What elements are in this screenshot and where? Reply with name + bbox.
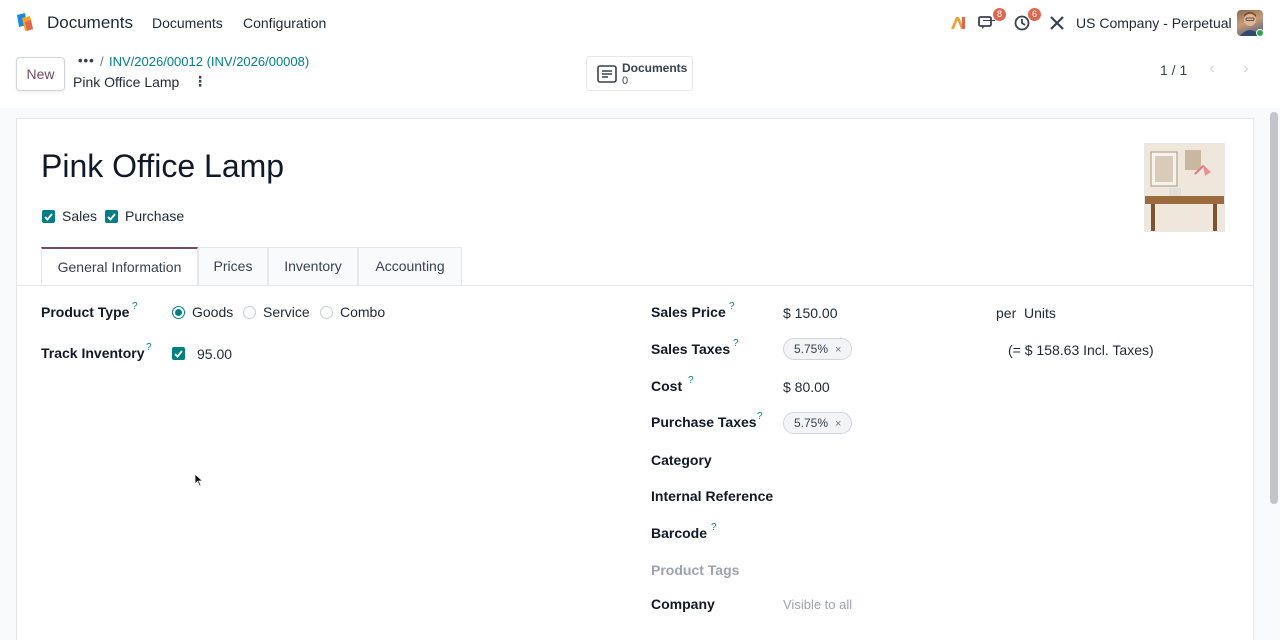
purchase-checkbox[interactable] <box>105 210 118 223</box>
track-inventory-help-icon[interactable]: ? <box>146 342 152 353</box>
radio-service[interactable] <box>243 306 256 319</box>
sales-taxes-help-icon[interactable]: ? <box>733 338 739 349</box>
remove-tag-icon[interactable]: × <box>835 418 841 430</box>
product-type-help-icon[interactable]: ? <box>132 301 138 312</box>
company-switcher[interactable]: US Company - Perpetual <box>1076 15 1232 31</box>
track-inventory-label: Track Inventory <box>41 345 145 361</box>
purchase-tax-tag-label: 5.75% <box>794 416 829 430</box>
smart-button-count: 0 <box>622 75 629 87</box>
radio-combo[interactable] <box>320 306 333 319</box>
menu-documents[interactable]: Documents <box>152 15 223 31</box>
tab-accounting[interactable]: Accounting <box>358 247 462 285</box>
radio-combo-label[interactable]: Combo <box>340 304 385 320</box>
page-scrollbar[interactable] <box>1270 112 1278 504</box>
pager-next-button[interactable]: › <box>1235 58 1257 80</box>
app-name[interactable]: Documents <box>47 13 133 33</box>
top-navbar: Documents Documents Configuration 8 6 US… <box>0 0 1280 46</box>
on-hand-quantity[interactable]: 95.00 <box>197 346 232 362</box>
sales-price-field[interactable]: $ 150.00 <box>783 305 838 321</box>
pager-previous-button[interactable]: ‹ <box>1201 58 1223 80</box>
breadcrumb-separator: / <box>100 54 104 69</box>
purchase-taxes-label: Purchase Taxes <box>651 414 757 430</box>
sales-taxes-label: Sales Taxes <box>651 341 731 357</box>
pager-value[interactable]: 1 / 1 <box>1160 62 1187 78</box>
cost-help-icon[interactable]: ? <box>688 375 694 386</box>
tabs-divider <box>17 285 1253 286</box>
remove-tag-icon[interactable]: × <box>835 344 841 356</box>
document-icon <box>597 65 617 83</box>
product-type-label: Product Type <box>41 304 130 320</box>
internal-reference-label: Internal Reference <box>651 488 774 504</box>
sales-label: Sales <box>62 208 98 224</box>
radio-goods[interactable] <box>172 306 185 319</box>
tab-inventory[interactable]: Inventory <box>268 247 358 285</box>
radio-service-label[interactable]: Service <box>263 304 310 320</box>
sales-price-label: Sales Price <box>651 304 726 320</box>
sales-tax-tag[interactable]: 5.75% × <box>783 338 853 360</box>
messages-badge: 8 <box>993 8 1006 21</box>
product-name[interactable]: Pink Office Lamp <box>41 148 284 185</box>
product-form-sheet: Pink Office Lamp Sales Purchase General … <box>16 118 1254 640</box>
tab-general-information[interactable]: General Information <box>41 247 198 285</box>
menu-configuration[interactable]: Configuration <box>243 15 326 31</box>
smart-button-label: Documents <box>622 61 688 75</box>
sales-tax-tag-label: 5.75% <box>794 342 829 356</box>
product-tags-label[interactable]: Product Tags <box>651 562 739 578</box>
documents-smart-button[interactable]: Documents 0 <box>586 56 693 91</box>
radio-goods-label[interactable]: Goods <box>192 304 233 320</box>
ai-icon[interactable] <box>948 13 968 33</box>
breadcrumb-parent-invoice[interactable]: INV/2026/00012 (INV/2026/00008) <box>109 54 309 69</box>
activities-icon[interactable]: 6 <box>1012 8 1041 33</box>
new-button[interactable]: New <box>16 57 65 91</box>
breadcrumb-ellipsis[interactable]: ••• <box>78 53 95 68</box>
uom-field[interactable]: Units <box>1024 305 1056 321</box>
mouse-cursor-icon <box>194 473 204 487</box>
tools-icon[interactable] <box>1047 13 1067 33</box>
track-inventory-checkbox[interactable] <box>172 347 185 360</box>
purchase-taxes-help-icon[interactable]: ? <box>757 411 763 422</box>
category-label: Category <box>651 452 712 468</box>
cost-field[interactable]: $ 80.00 <box>783 379 830 395</box>
per-label: per <box>996 305 1017 321</box>
sales-price-help-icon[interactable]: ? <box>729 301 735 312</box>
sales-checkbox[interactable] <box>42 210 55 223</box>
messages-icon[interactable]: 8 <box>977 8 1006 33</box>
barcode-help-icon[interactable]: ? <box>711 522 717 533</box>
company-label: Company <box>651 596 715 612</box>
cost-label: Cost <box>651 378 683 394</box>
documents-app-icon[interactable] <box>14 12 36 34</box>
purchase-label: Purchase <box>125 208 185 224</box>
activities-badge: 6 <box>1028 8 1041 21</box>
barcode-label: Barcode <box>651 525 708 541</box>
online-status-dot <box>1256 29 1264 37</box>
company-field[interactable]: Visible to all <box>783 597 852 612</box>
actions-menu-icon[interactable]: ⋮ <box>193 73 207 91</box>
purchase-tax-tag[interactable]: 5.75% × <box>783 412 853 434</box>
breadcrumb-current: Pink Office Lamp <box>73 74 180 90</box>
product-image[interactable] <box>1144 143 1225 232</box>
tab-prices[interactable]: Prices <box>198 247 268 285</box>
price-incl-taxes: (= $ 158.63 Incl. Taxes) <box>1008 342 1154 358</box>
control-panel: New ••• / INV/2026/00012 (INV/2026/00008… <box>0 46 1280 108</box>
